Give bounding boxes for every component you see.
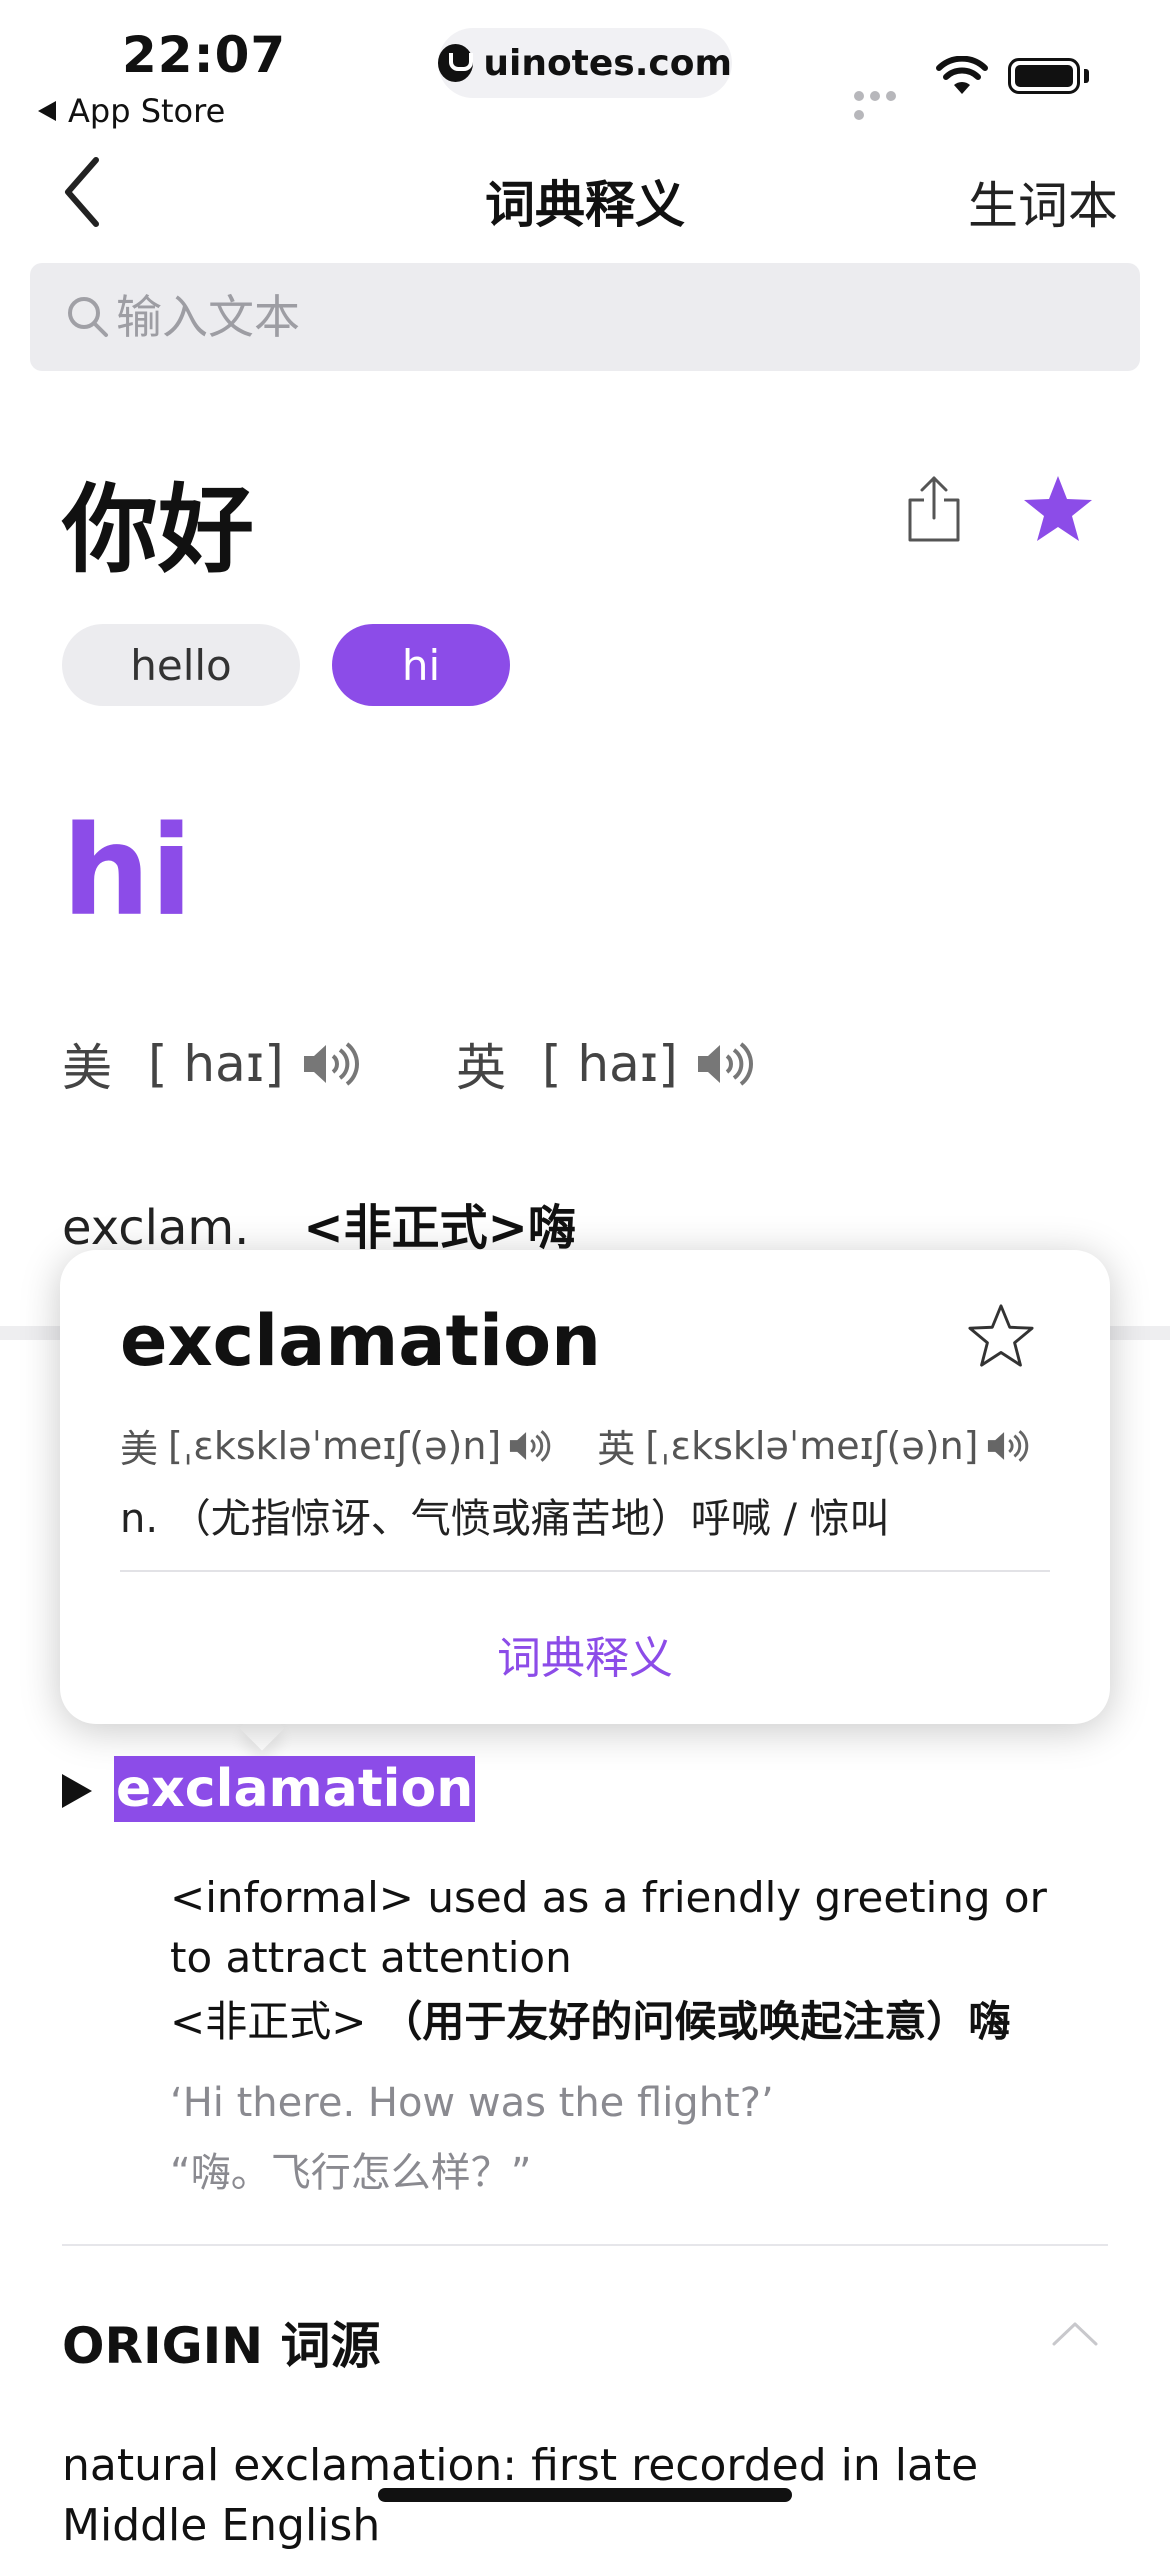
part-of-speech-line: exclam. <非正式>嗨 bbox=[62, 1188, 576, 1258]
example-english: ‘Hi there. How was the flight?’ bbox=[170, 2080, 774, 2126]
chip-hi[interactable]: hi bbox=[332, 624, 510, 706]
chip-hello[interactable]: hello bbox=[62, 624, 300, 706]
definition-chinese-prefix: <非正式> bbox=[170, 1997, 367, 2046]
search-input[interactable] bbox=[114, 289, 1018, 345]
battery-cap bbox=[1084, 69, 1089, 83]
us-pronunciation[interactable]: 美 [ haɪ] bbox=[62, 1028, 360, 1100]
origin-title: ORIGIN 词源 bbox=[62, 2317, 381, 2375]
popup-uk-ipa: [ˌɛkskləˈmeɪʃ(ə)n] bbox=[645, 1423, 979, 1468]
popup-definition: n. （尤指惊讶、气愤或痛苦地）呼喊 / 惊叫 bbox=[120, 1496, 890, 1542]
query-word: 你好 bbox=[62, 474, 254, 586]
home-indicator[interactable] bbox=[378, 2488, 792, 2502]
back-triangle-icon bbox=[38, 101, 56, 121]
url-text: uinotes.com bbox=[483, 42, 732, 84]
search-bar[interactable] bbox=[30, 263, 1140, 371]
selected-sense-label[interactable]: exclamation bbox=[114, 1756, 476, 1822]
uk-label: 英 bbox=[456, 1039, 506, 1097]
speaker-icon[interactable] bbox=[985, 1427, 1029, 1465]
share-icon[interactable] bbox=[906, 474, 962, 544]
vocabulary-book-button[interactable]: 生词本 bbox=[968, 166, 1118, 238]
favorite-star-icon[interactable] bbox=[1022, 474, 1094, 544]
popup-dictionary-link[interactable]: 词典释义 bbox=[60, 1622, 1110, 1686]
speaker-icon[interactable] bbox=[507, 1427, 551, 1465]
url-pill[interactable]: uinotes.com bbox=[438, 28, 732, 98]
uk-ipa: [ haɪ] bbox=[542, 1035, 678, 1093]
us-label: 美 bbox=[62, 1039, 112, 1097]
popup-pronunciations: 美 [ˌɛkskləˈmeɪʃ(ə)n] 英 [ˌɛkskləˈmeɪʃ(ə)n… bbox=[120, 1418, 1029, 1473]
pos-gloss: <非正式>嗨 bbox=[303, 1200, 576, 1256]
definition-chinese-gloss: （用于友好的问候或唤起注意）嗨 bbox=[380, 1997, 1011, 2046]
wifi-icon bbox=[936, 56, 988, 94]
headword: hi bbox=[62, 800, 193, 944]
disclosure-triangle-icon[interactable] bbox=[62, 1774, 92, 1808]
popup-uk-label: 英 bbox=[597, 1427, 636, 1471]
back-app-label: App Store bbox=[68, 92, 226, 130]
popup-divider bbox=[120, 1570, 1050, 1572]
status-time: 22:07 bbox=[122, 26, 287, 84]
back-to-app-store[interactable]: App Store bbox=[36, 92, 225, 130]
popup-word: exclamation bbox=[120, 1300, 601, 1382]
battery-icon bbox=[1008, 58, 1080, 94]
definition-chinese: <非正式> （用于友好的问候或唤起注意）嗨 bbox=[170, 1988, 1010, 2049]
search-icon bbox=[68, 297, 108, 337]
star-outline-icon[interactable] bbox=[966, 1302, 1036, 1370]
site-logo-icon bbox=[438, 44, 474, 82]
example-chinese: “嗨。飞行怎么样？” bbox=[170, 2150, 532, 2196]
chevron-up-icon[interactable] bbox=[1050, 2318, 1100, 2348]
definition-english: <informal> used as a friendly greeting o… bbox=[170, 1873, 1047, 1982]
popup-us-label: 美 bbox=[120, 1427, 159, 1471]
signal-dots-icon bbox=[854, 86, 916, 120]
speaker-icon[interactable] bbox=[300, 1039, 360, 1089]
pos-label: exclam. bbox=[62, 1200, 250, 1256]
us-ipa: [ haɪ] bbox=[148, 1035, 284, 1093]
uk-pronunciation[interactable]: 英 [ haɪ] bbox=[456, 1028, 754, 1100]
speaker-icon[interactable] bbox=[694, 1039, 754, 1089]
popup-us-ipa: [ˌɛkskləˈmeɪʃ(ə)n] bbox=[168, 1423, 502, 1468]
origin-divider bbox=[62, 2244, 1108, 2246]
